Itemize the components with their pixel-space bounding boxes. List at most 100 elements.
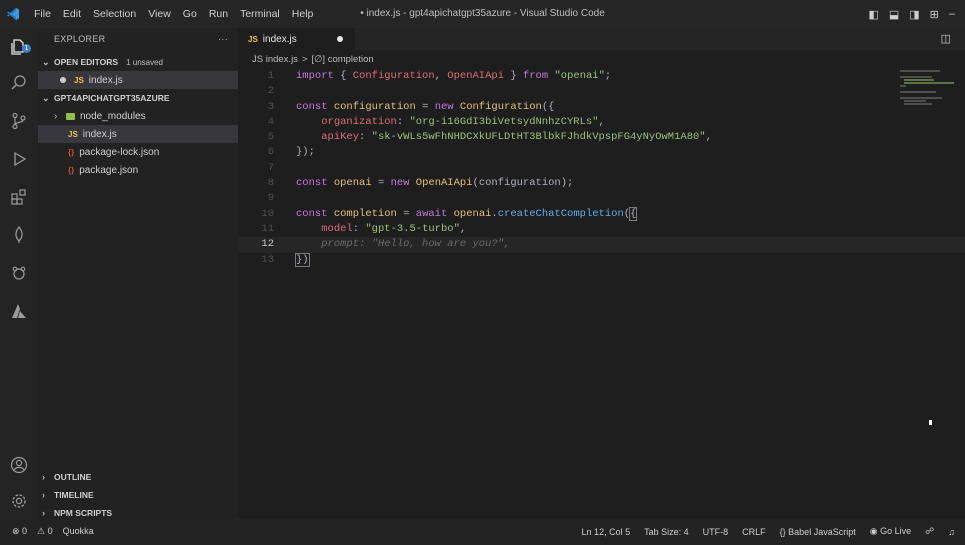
menu-edit[interactable]: Edit [63,8,81,20]
outline-section[interactable]: › OUTLINE [38,468,238,486]
project-section[interactable]: ⌄ GPT4APICHATGPT35AZURE [38,89,238,107]
npm-scripts-label: NPM SCRIPTS [54,508,113,518]
mongodb-leaf-icon[interactable] [8,224,30,246]
tree-item-index-js[interactable]: JS index.js [38,125,238,143]
tree-item-node-modules[interactable]: › node_modules [38,107,238,125]
code-line[interactable]: 7 [238,161,965,176]
toggle-secondary-sidebar-icon[interactable]: ◨ [909,8,919,21]
chevron-right-icon: › [42,472,45,482]
azure-icon[interactable] [8,300,30,322]
tree-item-label: index.js [82,128,117,140]
code-line[interactable]: 1 import { Configuration, OpenAIApi } fro… [238,69,965,84]
source-control-icon[interactable] [8,110,30,132]
open-editor-filename: index.js [88,74,123,86]
unsaved-count-badge: 1 [22,44,31,53]
extensions-icon[interactable] [8,186,30,208]
go-live-button[interactable]: ◉ Go Live [870,526,911,537]
line-number: 12 [261,238,274,251]
tab-label: index.js [262,33,297,45]
code-line[interactable]: 2 [238,84,965,99]
code-line[interactable]: 11 model: "gpt-3.5-turbo", [238,222,965,237]
menu-bar: File Edit Selection View Go Run Terminal… [34,8,313,20]
activity-bar: 1 [0,28,38,518]
unsaved-dot-icon[interactable] [336,36,343,42]
code-line[interactable]: 6}); [238,145,965,160]
vscode-window: File Edit Selection View Go Run Terminal… [0,0,965,545]
broadcast-icon: ◉ [869,526,878,536]
inline-suggestion: prompt: "Hello, how are you?", [321,238,511,251]
chevron-down-icon: ⌄ [42,56,50,67]
language-mode[interactable]: {} Babel JavaScript [780,527,856,537]
breadcrumb-separator: > [301,53,308,65]
breadcrumb-symbol[interactable]: [∅] completion [312,54,374,65]
code-line[interactable]: 4 organization: "org-i16GdI3biVetsydNnhz… [238,115,965,130]
search-icon[interactable] [8,72,30,94]
timeline-label: TIMELINE [54,490,94,500]
tab-index-js[interactable]: JS index.js [238,28,355,50]
code-line[interactable]: 3 const configuration = new Configuration… [238,100,965,115]
problems-warnings[interactable]: ⚠ 0 [37,526,53,537]
code-line[interactable]: 9 [238,191,965,206]
title-bar: File Edit Selection View Go Run Terminal… [0,0,965,28]
tab-size[interactable]: Tab Size: 4 [644,527,689,537]
run-debug-icon[interactable] [8,148,30,170]
split-editor-icon[interactable]: ◫ [941,32,951,45]
line-number: 3 [267,100,274,113]
toggle-panel-icon[interactable]: ⬓ [889,8,899,21]
menu-go[interactable]: Go [183,8,197,20]
go-live-label: Go Live [880,526,912,536]
code-line[interactable]: 10 const completion = await openai.create… [238,206,965,222]
code-line[interactable]: 13}) [238,252,965,268]
accounts-icon[interactable] [8,454,30,476]
menu-terminal[interactable]: Terminal [240,8,280,20]
encoding[interactable]: UTF-8 [703,527,729,537]
settings-gear-icon[interactable] [8,490,30,512]
more-actions-icon[interactable]: ··· [218,34,228,44]
breadcrumb-file[interactable]: JS index.js [252,54,298,65]
timeline-section[interactable]: › TIMELINE [38,486,238,504]
line-number: 9 [267,192,274,205]
toggle-sidebar-icon[interactable]: ◧ [868,8,878,21]
explorer-title: EXPLORER [54,34,106,44]
open-editor-item[interactable]: JS index.js [38,71,238,89]
explorer-header: EXPLORER ··· [38,28,238,50]
project-label: GPT4APICHATGPT35AZURE [54,93,170,103]
chevron-right-icon: › [42,490,45,500]
notifications-bell-icon[interactable]: ♫ [948,527,955,537]
menu-file[interactable]: File [34,8,51,20]
tree-item-label: package-lock.json [79,146,160,158]
minimize-icon[interactable]: – [949,8,955,20]
open-editors-section[interactable]: ⌄ OPEN EDITORS 1 unsaved [38,53,238,71]
menu-selection[interactable]: Selection [93,8,136,20]
menu-run[interactable]: Run [209,8,228,20]
window-controls: ◧ ⬓ ◨ ⊞ – [868,0,965,28]
end-of-line[interactable]: CRLF [742,527,766,537]
unsaved-dot-icon[interactable] [60,77,66,83]
tree-item-package-lock[interactable]: {} package-lock.json [38,143,238,161]
explorer-sidebar: EXPLORER ··· ⌄ OPEN EDITORS 1 unsaved JS… [38,28,238,518]
code-line[interactable]: 8 const openai = new OpenAIApi(configurat… [238,176,965,191]
js-file-icon: JS [74,75,84,85]
unsaved-badge: 1 unsaved [126,57,163,67]
code-editor[interactable]: 1 import { Configuration, OpenAIApi } fro… [238,69,965,268]
line-number: 13 [261,253,274,266]
js-file-icon: JS [68,129,78,139]
line-number: 1 [267,70,274,82]
menu-view[interactable]: View [148,8,171,20]
code-line-current[interactable]: 12 prompt: "Hello, how are you?", [238,237,965,253]
status-left: ⊗ 0 ⚠ 0 Quokka [0,526,94,537]
editor-area: JS index.js ◫ JS index.js > [∅] completi… [238,28,965,518]
tree-item-package-json[interactable]: {} package.json [38,161,238,179]
quokka-status[interactable]: Quokka [63,526,94,537]
status-bar: ⊗ 0 ⚠ 0 Quokka Ln 12, Col 5 Tab Size: 4 … [0,518,965,545]
customize-layout-icon[interactable]: ⊞ [930,8,939,21]
problems-errors[interactable]: ⊗ 0 [12,526,27,537]
vscode-logo-icon[interactable] [0,0,26,28]
accounts-status-icon[interactable]: ☍ [925,526,934,537]
quokka-icon[interactable] [8,262,30,284]
cursor-position[interactable]: Ln 12, Col 5 [582,527,631,537]
code-line[interactable]: 5 apiKey: "sk-vWLs5wFhNHDCXkUFLDtHT3Blbk… [238,130,965,145]
menu-help[interactable]: Help [292,8,314,20]
tree-item-label: package.json [79,164,139,176]
line-number: 2 [267,85,274,98]
